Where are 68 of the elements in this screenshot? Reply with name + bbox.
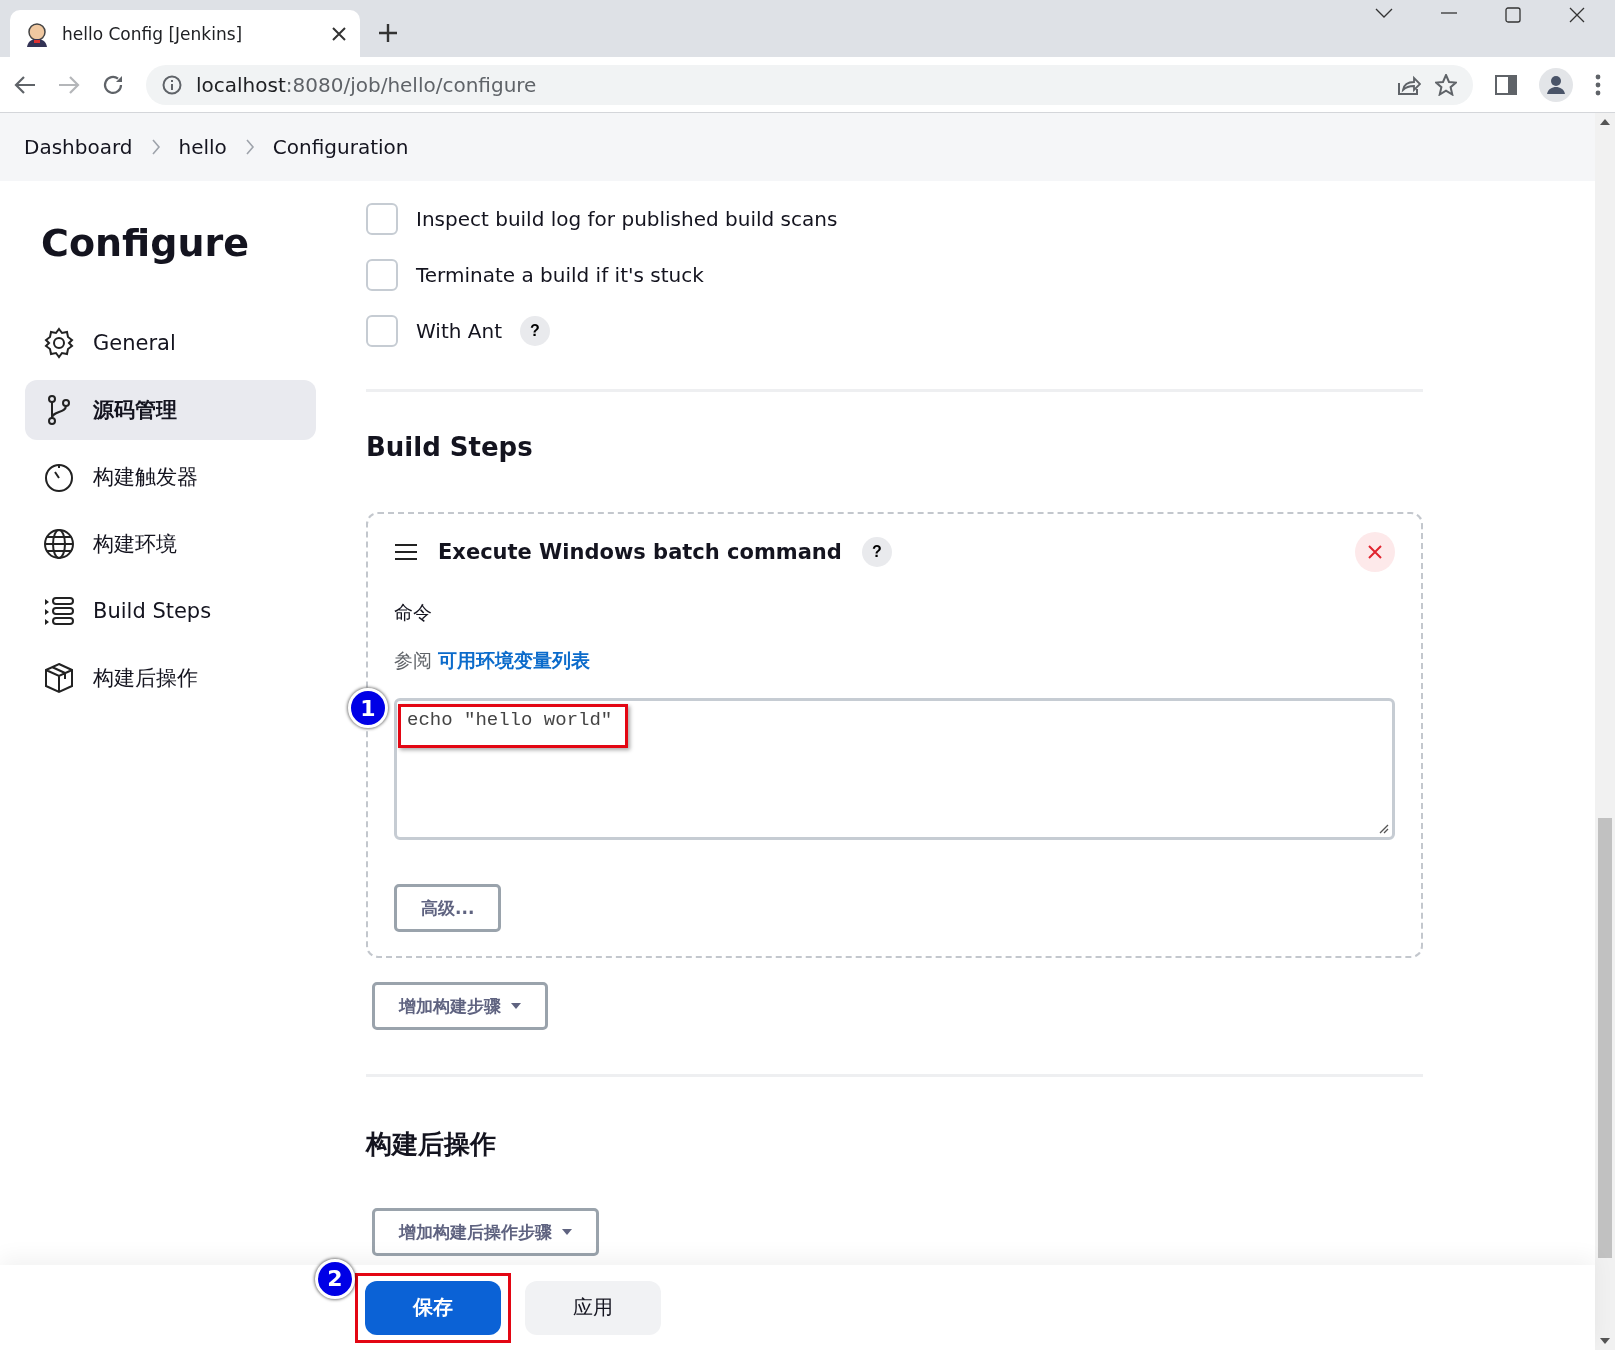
timer-icon xyxy=(43,461,75,493)
sidebar-item[interactable]: Build Steps xyxy=(25,581,316,641)
checkbox-label: With Ant xyxy=(416,319,502,343)
chevron-down-icon[interactable] xyxy=(1375,7,1393,19)
step-title: Execute Windows batch command xyxy=(438,540,842,564)
sidebar-item[interactable]: 构建环境 xyxy=(25,514,316,574)
field-label: 命令 xyxy=(394,600,433,625)
gear-icon xyxy=(43,327,75,359)
breadcrumb-link[interactable]: hello xyxy=(178,135,227,159)
add-post-build-button[interactable]: 增加构建后操作步骤 xyxy=(372,1208,599,1256)
resize-grip-icon xyxy=(1377,822,1389,834)
tab-title: hello Config [Jenkins] xyxy=(62,23,244,44)
breadcrumb-link[interactable]: Dashboard xyxy=(24,135,133,159)
caret-down-icon xyxy=(511,1003,521,1009)
info-icon xyxy=(162,74,182,95)
close-icon[interactable] xyxy=(332,26,346,41)
browser-tab[interactable]: hello Config [Jenkins] xyxy=(10,10,360,57)
close-icon xyxy=(1368,545,1382,559)
drag-handle-icon[interactable] xyxy=(394,543,418,561)
url-text: localhost:8080/job/hello/configure xyxy=(196,72,538,97)
chevron-right-icon xyxy=(150,139,161,155)
delete-button[interactable] xyxy=(1355,532,1395,572)
sidebar-item[interactable]: 源码管理 xyxy=(25,380,316,440)
profile-icon[interactable] xyxy=(1539,67,1573,102)
checkbox[interactable] xyxy=(366,203,398,235)
reload-icon[interactable] xyxy=(102,73,124,96)
checkbox-label: Terminate a build if it's stuck xyxy=(416,263,704,287)
share-icon[interactable] xyxy=(1397,73,1421,96)
chevron-right-icon xyxy=(244,139,255,155)
close-icon[interactable] xyxy=(1569,7,1585,23)
command-text: echo "hello world" xyxy=(407,709,613,731)
scroll-up-icon[interactable] xyxy=(1600,119,1610,125)
see-also-text: 参阅 xyxy=(394,649,433,671)
command-textarea[interactable]: echo "hello world" xyxy=(394,698,1395,840)
save-button[interactable]: 保存 xyxy=(365,1280,501,1335)
page-title: Configure xyxy=(41,221,250,265)
scroll-down-icon[interactable] xyxy=(1600,1338,1610,1344)
scroll-thumb[interactable] xyxy=(1598,818,1612,1258)
apply-button[interactable]: 应用 xyxy=(525,1280,661,1335)
package-icon xyxy=(43,662,75,694)
breadcrumb-link[interactable]: Configuration xyxy=(272,135,409,159)
help-button[interactable]: ? xyxy=(519,316,550,346)
maximize-icon[interactable] xyxy=(1505,7,1521,23)
forward-arrow-icon xyxy=(58,74,80,95)
checkbox[interactable] xyxy=(366,315,398,347)
menu-icon[interactable] xyxy=(1595,73,1601,96)
env-vars-link[interactable]: 可用环境变量列表 xyxy=(438,649,591,671)
help-button[interactable]: ? xyxy=(861,537,892,567)
checkbox[interactable] xyxy=(366,259,398,291)
new-tab-icon[interactable] xyxy=(378,23,398,43)
globe-icon xyxy=(43,528,75,560)
list-icon xyxy=(43,595,75,627)
advanced-button[interactable]: 高级... xyxy=(394,884,502,932)
step-number-badge: 1 xyxy=(348,688,388,728)
mascot-icon xyxy=(24,20,50,47)
scrollbar[interactable] xyxy=(1595,113,1615,1350)
side-panel-icon[interactable] xyxy=(1495,74,1517,95)
sidebar-item[interactable]: 构建后操作 xyxy=(25,648,316,708)
caret-down-icon xyxy=(562,1229,572,1235)
sidebar-item[interactable]: General xyxy=(25,313,316,373)
sidebar-item[interactable]: 构建触发器 xyxy=(25,447,316,507)
section-heading: 构建后操作 xyxy=(366,1128,497,1161)
star-icon[interactable] xyxy=(1435,73,1457,96)
add-step-button[interactable]: 增加构建步骤 xyxy=(372,982,548,1030)
checkbox-label: Inspect build log for published build scans xyxy=(416,207,838,231)
section-heading: Build Steps xyxy=(366,432,534,462)
address-bar[interactable]: localhost:8080/job/hello/configure xyxy=(146,64,1473,105)
back-arrow-icon[interactable] xyxy=(14,74,36,95)
